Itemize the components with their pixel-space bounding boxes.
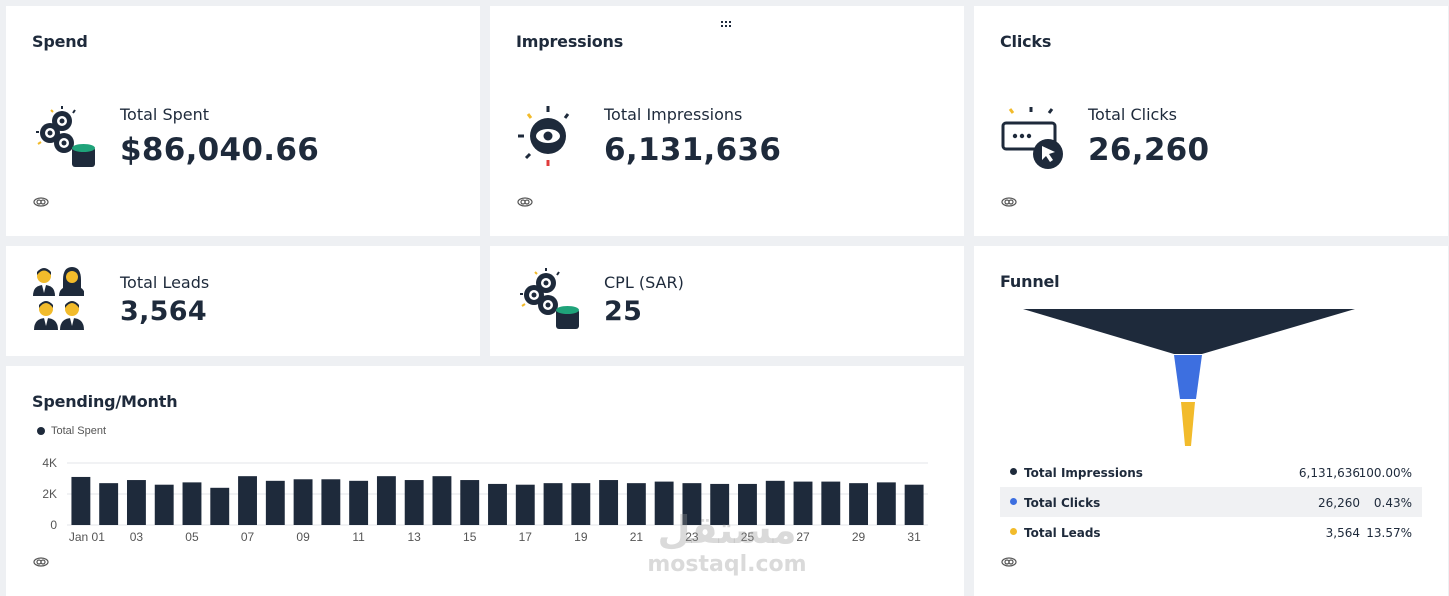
- spending-bar-chart: 02K4KJan 01 03 05 07 09 11 13 15 17 19 21 23 25 27 29 3…: [42, 456, 928, 544]
- funnel-row-value: 26,260: [1318, 496, 1360, 510]
- bar[interactable]: [154, 484, 174, 525]
- x-tick-label: 15: [463, 530, 477, 544]
- card-title: Clicks: [1000, 32, 1052, 51]
- clicks-card: Clicks Total Clicks 26,260: [974, 6, 1448, 236]
- view-details-icon[interactable]: [33, 197, 49, 207]
- funnel-segment-leads: [1181, 402, 1195, 446]
- impressions-card: Impressions Total Impressions 6,131,636: [490, 6, 964, 236]
- bar[interactable]: [265, 480, 285, 525]
- leads-card: Total Leads 3,564: [6, 246, 480, 356]
- funnel-row-percent: 100.00%: [1358, 466, 1412, 480]
- funnel-chart: [1023, 309, 1355, 446]
- total-impressions-value: 6,131,636: [604, 132, 782, 168]
- bar[interactable]: [626, 483, 646, 525]
- eye-icon: [518, 106, 570, 166]
- funnel-row-percent: 0.43%: [1373, 496, 1412, 510]
- legend-dot: [1010, 528, 1017, 535]
- cpl-value: 25: [604, 296, 643, 327]
- cpl-label: CPL (SAR): [604, 273, 684, 292]
- y-tick-label: 2K: [42, 487, 57, 501]
- total-spent-label: Total Spent: [120, 105, 210, 124]
- funnel-row-value: 3,564: [1325, 526, 1360, 540]
- bar[interactable]: [460, 480, 480, 525]
- cpl-card: CPL (SAR) 25: [490, 246, 964, 356]
- funnel-segment-clicks: [1174, 355, 1202, 399]
- total-spent-value: $86,040.66: [120, 132, 320, 168]
- watermark: مستقل mostaql.com: [647, 508, 807, 578]
- x-tick-label: 29: [852, 530, 866, 544]
- total-leads-value: 3,564: [120, 296, 207, 327]
- x-tick-label: 17: [519, 530, 533, 544]
- x-tick-label: 07: [241, 530, 255, 544]
- bar[interactable]: [182, 482, 202, 525]
- total-impressions-label: Total Impressions: [604, 105, 743, 124]
- x-tick-label: Jan 01: [69, 530, 105, 544]
- funnel-card: Funnel Total Impressions 6,131,636 100.0…: [974, 246, 1448, 596]
- view-details-icon[interactable]: [33, 557, 49, 567]
- bar[interactable]: [821, 481, 841, 525]
- x-tick-label: 19: [574, 530, 588, 544]
- total-clicks-label: Total Clicks: [1088, 105, 1177, 124]
- x-tick-label: 31: [907, 530, 921, 544]
- funnel-row-percent: 13.57%: [1366, 526, 1412, 540]
- view-details-icon[interactable]: [1001, 557, 1017, 567]
- bar[interactable]: [71, 476, 91, 525]
- bar[interactable]: [488, 483, 507, 525]
- watermark-latin: mostaql.com: [647, 552, 807, 577]
- watermark-arabic: مستقل: [657, 508, 797, 552]
- cursor-click-icon: [1001, 107, 1063, 169]
- bar[interactable]: [404, 480, 424, 525]
- funnel-row-value: 6,131,636: [1298, 466, 1360, 480]
- bar[interactable]: [599, 480, 619, 525]
- funnel-row-name: Total Impressions: [1024, 466, 1143, 480]
- bar[interactable]: [904, 484, 924, 525]
- funnel-row-impressions[interactable]: Total Impressions 6,131,636 100.00%: [1000, 457, 1422, 487]
- card-title: Spend: [32, 32, 88, 51]
- card-title: Impressions: [516, 32, 624, 51]
- legend-dot: [1010, 498, 1017, 505]
- bar[interactable]: [515, 484, 535, 525]
- spend-card: Spend Total Spent $86,040.66: [6, 6, 480, 236]
- x-tick-label: 03: [130, 530, 144, 544]
- drag-handle-icon[interactable]: [721, 21, 733, 29]
- total-leads-label: Total Leads: [120, 273, 210, 292]
- bar[interactable]: [238, 476, 257, 525]
- spending-chart-card: Spending/Month Total Spent 0 2K 4K Jan 01 03…: [6, 366, 964, 596]
- legend-dot: [1010, 468, 1017, 475]
- x-tick-label: 21: [630, 530, 644, 544]
- funnel-row-leads[interactable]: Total Leads 3,564 13.57%: [1000, 517, 1422, 547]
- x-tick-label: 09: [296, 530, 310, 544]
- funnel-row-clicks[interactable]: Total Clicks 26,260 0.43%: [1000, 487, 1422, 517]
- funnel-row-name: Total Leads: [1024, 526, 1101, 540]
- y-tick-label: 4K: [42, 456, 57, 470]
- bar[interactable]: [571, 483, 591, 525]
- bar[interactable]: [432, 476, 452, 525]
- x-tick-label: 13: [407, 530, 421, 544]
- bar[interactable]: [376, 476, 396, 525]
- view-details-icon[interactable]: [517, 197, 533, 207]
- y-tick-label: 0: [50, 518, 57, 532]
- bar[interactable]: [543, 483, 563, 525]
- bar[interactable]: [849, 483, 869, 525]
- funnel-row-name: Total Clicks: [1024, 496, 1101, 510]
- view-details-icon[interactable]: [1001, 197, 1017, 207]
- total-clicks-value: 26,260: [1088, 132, 1210, 168]
- funnel-segment-impressions: [1023, 309, 1355, 354]
- x-tick-label: 11: [352, 530, 365, 544]
- coins-eyes-icon: [36, 106, 95, 167]
- coins-eyes-icon: [520, 268, 579, 329]
- bar[interactable]: [99, 483, 119, 525]
- bar[interactable]: [126, 480, 146, 525]
- bar[interactable]: [349, 480, 369, 525]
- bar[interactable]: [876, 482, 896, 525]
- bar[interactable]: [321, 479, 341, 525]
- bar[interactable]: [293, 479, 313, 525]
- people-icon: [33, 267, 84, 330]
- bar[interactable]: [210, 487, 230, 525]
- x-tick-label: 05: [185, 530, 199, 544]
